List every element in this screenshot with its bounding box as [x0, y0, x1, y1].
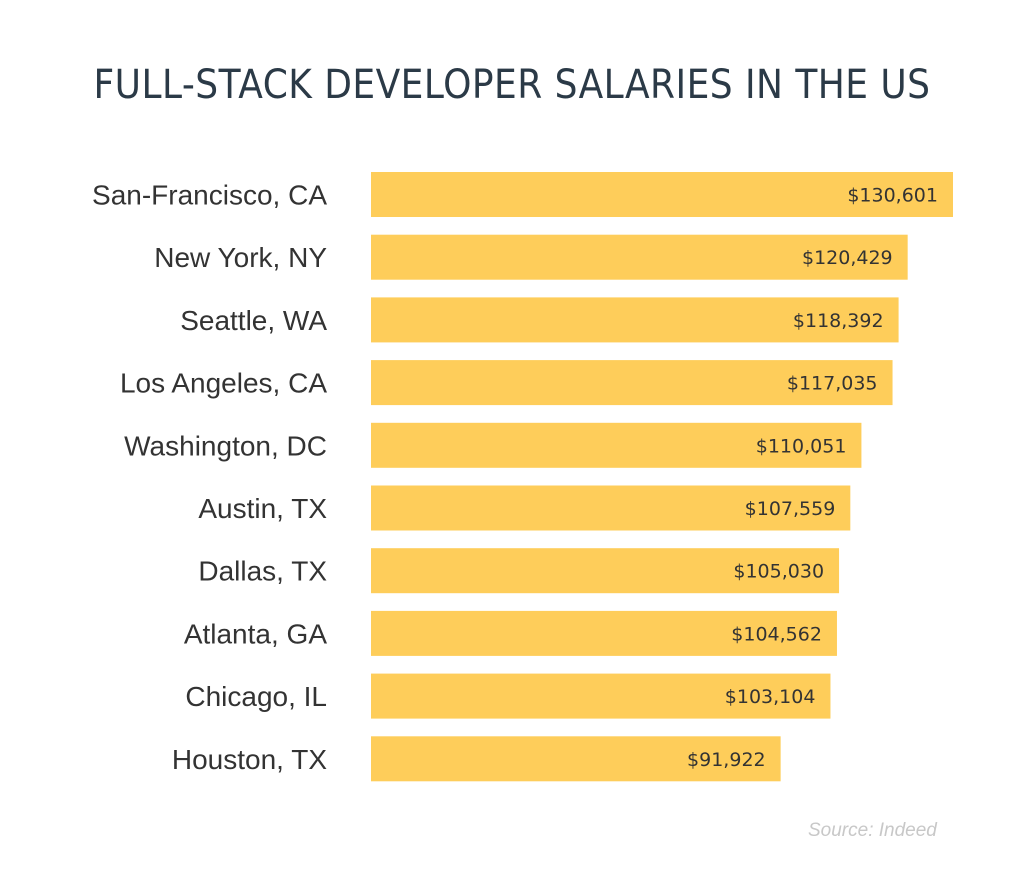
- value-label: $105,030: [733, 561, 824, 583]
- bar-row: Atlanta, GA $104,562: [184, 610, 837, 656]
- value-label: $130,601: [847, 185, 938, 207]
- value-label: $103,104: [725, 686, 816, 708]
- category-label: Dallas, TX: [198, 556, 327, 587]
- bar-row: Washington, DC $110,051: [124, 422, 862, 468]
- bar-row: New York, NY $120,429: [154, 234, 908, 280]
- category-label: New York, NY: [154, 242, 327, 273]
- bar-row: Chicago, IL $103,104: [185, 673, 831, 719]
- value-label: $91,922: [687, 749, 766, 771]
- category-label: Austin, TX: [198, 493, 327, 524]
- category-label: Chicago, IL: [185, 681, 327, 712]
- category-label: Los Angeles, CA: [120, 368, 327, 399]
- value-label: $118,392: [793, 310, 884, 332]
- value-label: $110,051: [756, 435, 847, 457]
- bar-row: Austin, TX $107,559: [198, 485, 851, 531]
- category-label: Washington, DC: [124, 430, 327, 461]
- value-label: $120,429: [802, 247, 893, 269]
- bar-row: Dallas, TX $105,030: [198, 548, 840, 594]
- source-note: Source: Indeed: [808, 820, 937, 841]
- value-label: $107,559: [745, 498, 836, 520]
- bar-chart: San-Francisco, CA $130,601 New York, NY $12…: [92, 172, 953, 782]
- category-label: Atlanta, GA: [184, 618, 328, 649]
- bar-row: Houston, TX $91,922: [172, 736, 781, 782]
- category-label: Houston, TX: [172, 744, 327, 775]
- bar-row: Los Angeles, CA $117,035: [120, 360, 893, 406]
- category-label: Seattle, WA: [180, 305, 327, 336]
- bar-row: San-Francisco, CA $130,601: [92, 172, 953, 217]
- bar-row: Seattle, WA $118,392: [180, 297, 899, 343]
- value-label: $104,562: [731, 623, 822, 645]
- value-label: $117,035: [787, 373, 878, 395]
- category-label: San-Francisco, CA: [92, 180, 327, 211]
